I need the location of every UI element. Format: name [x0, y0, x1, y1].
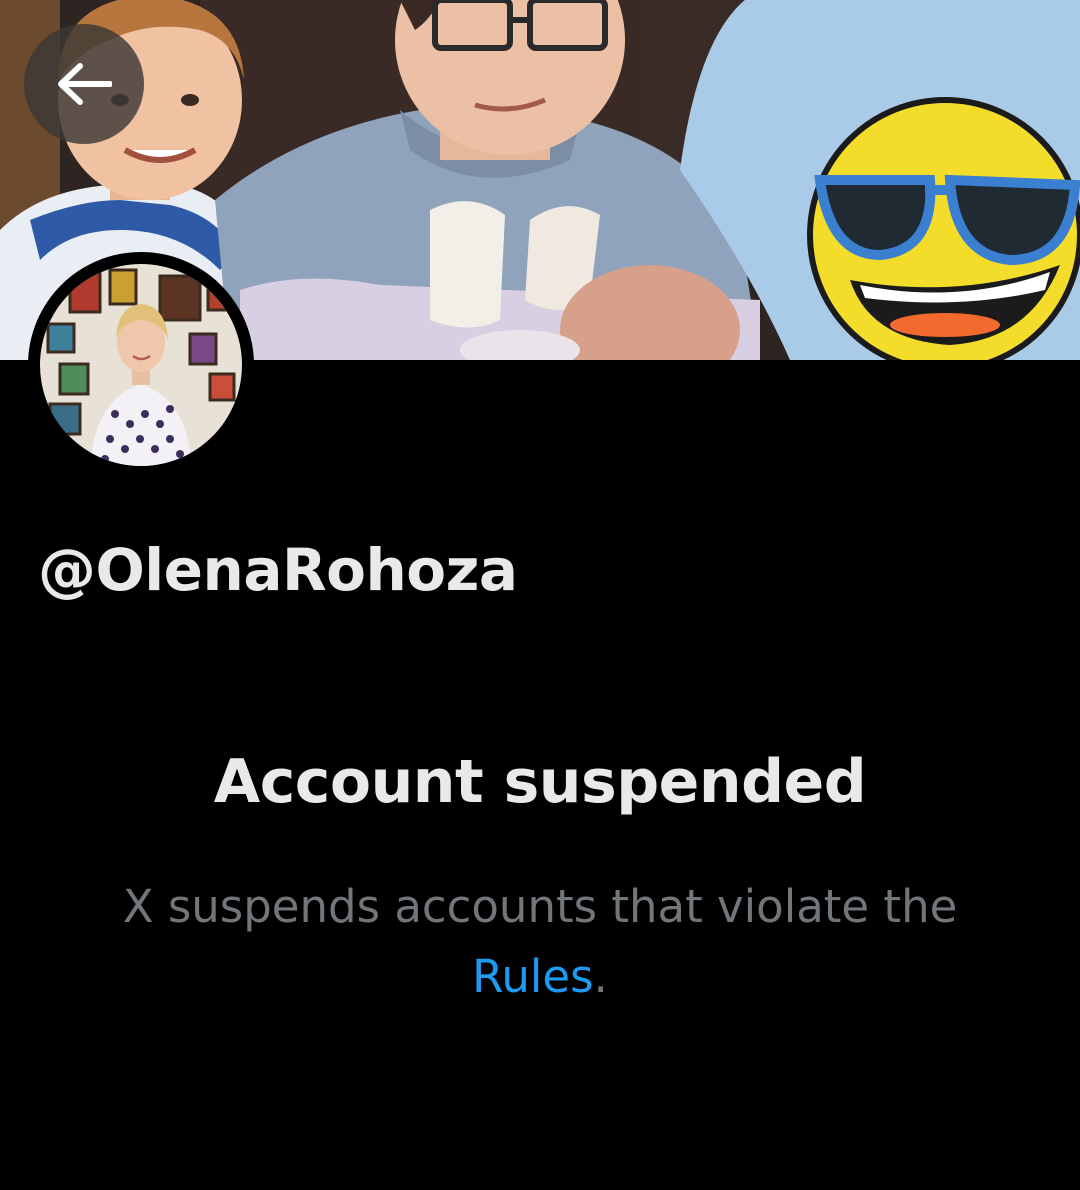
profile-avatar[interactable]: [28, 252, 254, 478]
arrow-left-icon: [58, 63, 112, 105]
suspension-description-end: .: [593, 950, 608, 1003]
profile-handle: @OlenaRohoza: [38, 536, 518, 604]
rules-link[interactable]: Rules: [472, 950, 593, 1003]
suspension-description: X suspends accounts that violate the Rul…: [80, 872, 1000, 1012]
suspension-notice: Account suspended X suspends accounts th…: [0, 740, 1080, 1012]
suspension-title: Account suspended: [213, 747, 867, 817]
avatar-photo: [40, 264, 242, 466]
suspension-description-text: X suspends accounts that violate the: [122, 880, 958, 933]
back-button[interactable]: [24, 24, 144, 144]
